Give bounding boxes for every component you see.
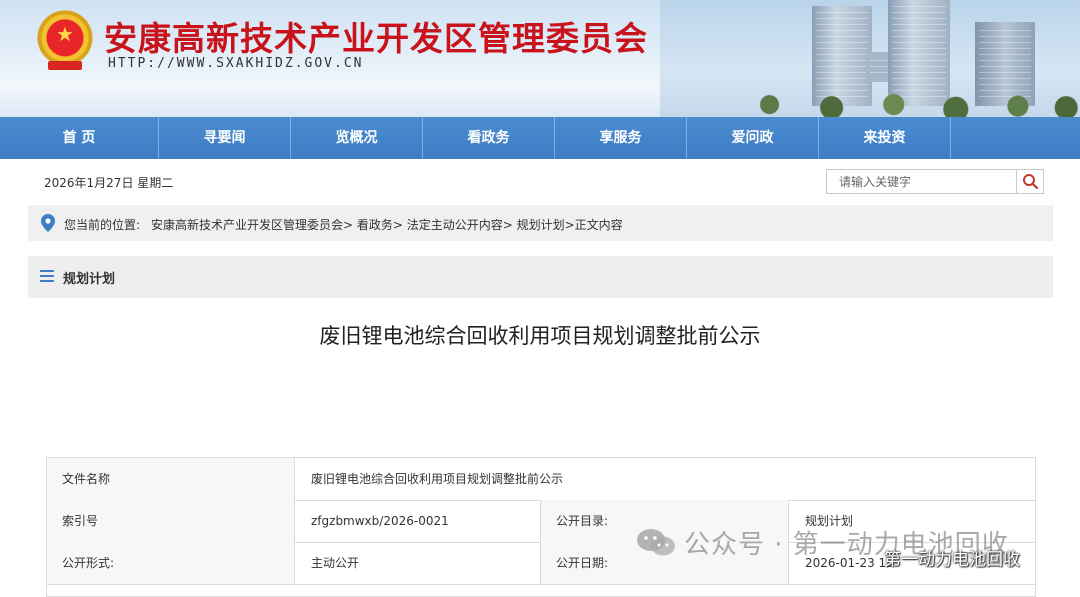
nav-item-home[interactable]: 首 页 [0, 117, 159, 159]
doc-name-key: 文件名称 [47, 458, 295, 500]
current-date: 2026年1月27日 星期二 [44, 176, 174, 190]
list-icon [40, 270, 54, 283]
article-title: 废旧锂电池综合回收利用项目规划调整批前公示 [319, 324, 761, 348]
breadcrumb-path[interactable]: 安康高新技术产业开发区管理委员会> 看政务> 法定主动公开内容> 规划计划>正文… [151, 216, 623, 233]
nav-item-overview[interactable]: 览概况 [291, 117, 423, 159]
location-pin-icon [41, 214, 55, 232]
table-row: 文件名称 废旧锂电池综合回收利用项目规划调整批前公示 [47, 458, 1035, 501]
search-box [826, 169, 1044, 194]
search-button[interactable] [1016, 170, 1043, 193]
index-key: 索引号 [47, 500, 295, 542]
search-icon [1023, 174, 1039, 190]
form-value: 主动公开 [295, 542, 541, 584]
breadcrumb-label: 您当前的位置: [64, 218, 141, 232]
wechat-icon [637, 529, 675, 556]
site-url: HTTP://WWW.SXAKHIDZ.GOV.CN [108, 56, 364, 71]
index-value: zfgzbmwxb/2026-0021 [295, 500, 541, 542]
header-banner: ★ 安康高新技术产业开发区管理委员会 HTTP://WWW.SXAKHIDZ.G… [0, 0, 1080, 117]
nav-item-investment[interactable]: 来投资 [819, 117, 951, 159]
nav-item-government-affairs[interactable]: 看政务 [423, 117, 555, 159]
doc-name-value: 废旧锂电池综合回收利用项目规划调整批前公示 [311, 472, 564, 486]
nav-item-news[interactable]: 寻要闻 [159, 117, 291, 159]
site-title[interactable]: 安康高新技术产业开发区管理委员会 [104, 12, 648, 60]
main-nav: 首 页 寻要闻 览概况 看政务 享服务 爱问政 来投资 [0, 117, 1080, 159]
corner-watermark: 第一动力电池回收 [884, 550, 1020, 570]
form-key: 公开形式: [47, 542, 295, 584]
national-emblem-icon: ★ [36, 10, 94, 72]
search-input[interactable] [827, 170, 1017, 193]
trees-image [735, 86, 1080, 117]
nav-item-services[interactable]: 享服务 [555, 117, 687, 159]
nav-item-inquiry[interactable]: 爱问政 [687, 117, 819, 159]
section-header: 规划计划 [28, 256, 1053, 298]
section-title: 规划计划 [63, 272, 116, 287]
breadcrumb: 您当前的位置: 安康高新技术产业开发区管理委员会> 看政务> 法定主动公开内容>… [28, 205, 1053, 241]
